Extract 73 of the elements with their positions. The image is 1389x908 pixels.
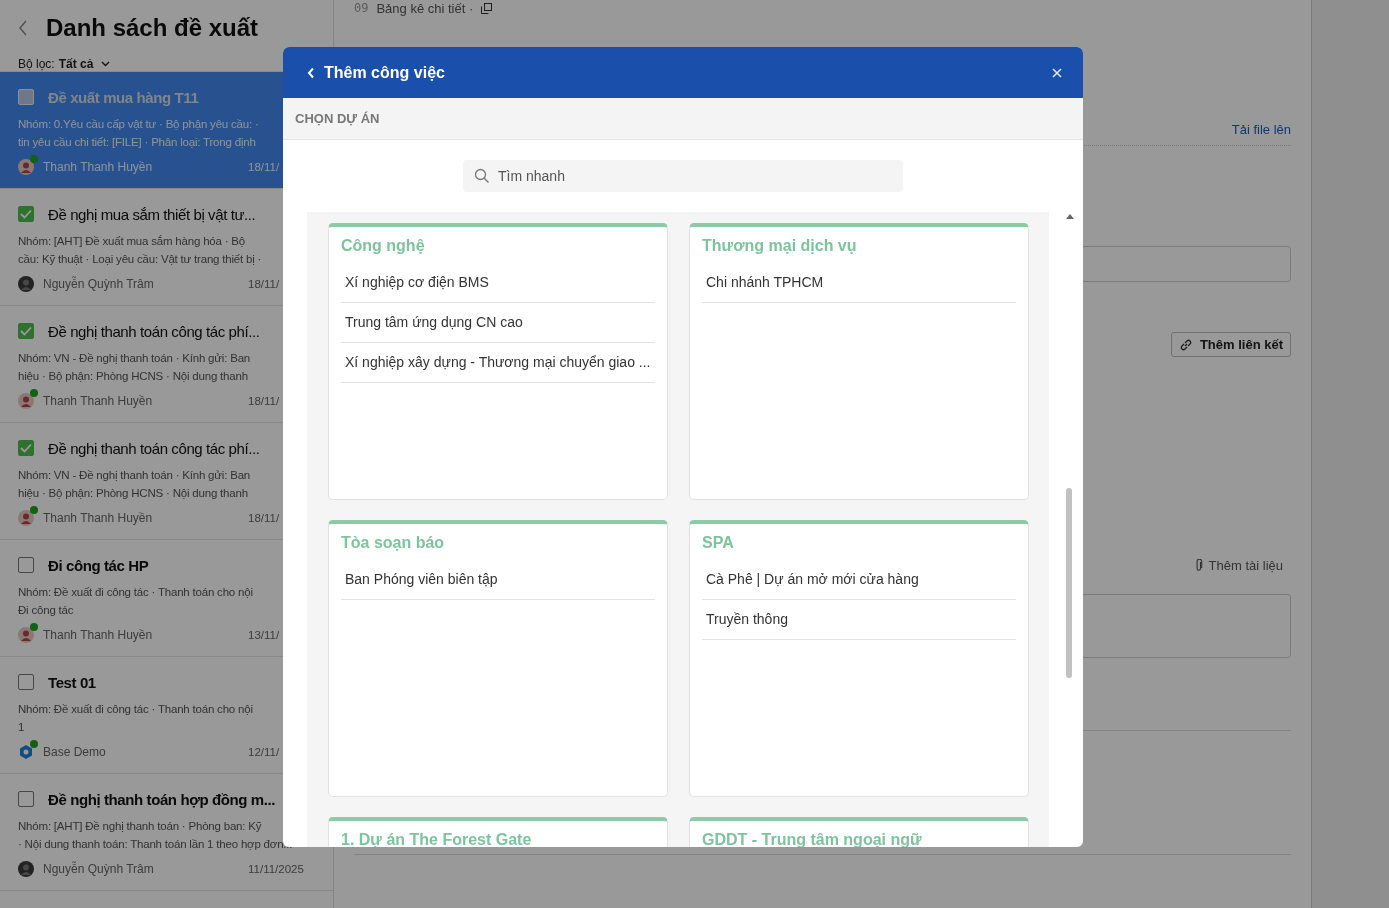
project-item[interactable]: Xí nghiệp xây dựng - Thương mại chuyển giao ...: [341, 343, 655, 383]
proposal-title: Đề nghị thanh toán hợp đồng m...: [48, 790, 275, 808]
proposal-title: Đề nghị thanh toán công tác phí...: [48, 322, 260, 340]
proposal-summary: cầu: Kỹ thuật · Loại yêu cầu: Vật tư trang thiết bị ·: [18, 252, 262, 267]
row-label: Bảng kê chi tiết ·: [376, 0, 474, 16]
author-name: Thanh Thanh Huyền: [43, 394, 154, 408]
date-text: 12/11/: [248, 746, 280, 758]
proposal-title: Đề nghị thanh toán công tác phí...: [48, 439, 260, 457]
date-text: 18/11/: [248, 512, 280, 524]
add-link-button[interactable]: Thêm liên kết: [1170, 332, 1291, 357]
project-item[interactable]: Cà Phê | Dự án mở mới cửa hàng: [702, 560, 1016, 600]
group-title: Thương mại dịch vụ: [702, 237, 858, 255]
proposal-summary: hiệu · Bộ phận: Phòng HCNS · Nội dung thanh: [18, 486, 248, 501]
proposal-title: Đề xuất mua hàng T11: [48, 88, 199, 106]
filter-dropdown[interactable]: Tất cả: [58, 56, 111, 71]
proposal-summary: Nhóm: [AHT] Đề nghị thanh toán · Phòng ban: Kỹ: [18, 819, 262, 834]
group-title: Công nghệ: [341, 237, 426, 255]
proposal-summary: Nhóm: [AHT] Đề xuất mua sắm hàng hóa · Bộ: [18, 234, 246, 249]
proposal-summary: Nhóm: VN - Đề nghị thanh toán · Kính gửi: Ban: [18, 351, 251, 366]
author-name: Base Demo: [43, 745, 107, 759]
group-title: Tòa soạn báo: [341, 534, 446, 552]
date-text: 11/11/2025: [248, 863, 304, 875]
date-text: 18/11/: [248, 161, 280, 173]
add-document-button[interactable]: Thêm tài liệu: [1188, 557, 1291, 574]
author-name: Nguyễn Quỳnh Trâm: [43, 862, 155, 876]
checkbox[interactable]: [18, 323, 34, 339]
filter-label: Bộ lọc:: [18, 56, 55, 71]
proposal-summary: hiệu · Bộ phận: Phòng HCNS · Nội dung thanh: [18, 369, 248, 384]
proposal-summary: 1: [18, 720, 25, 735]
author-name: Thanh Thanh Huyền: [43, 511, 154, 525]
author-name: Thanh Thanh Huyền: [43, 160, 154, 174]
proposal-summary: Nhóm: 0.Yêu cầu cấp vật tư · Bộ phận yêu cầu: ·: [18, 117, 259, 132]
project-item[interactable]: Trung tâm ứng dụng CN cao: [341, 303, 655, 343]
proposal-summary: Nhóm: Đề xuất đi công tác · Thanh toán cho nội: [18, 585, 253, 600]
avatar-icon: [18, 276, 34, 292]
search-field[interactable]: Tìm nhanh: [463, 160, 903, 192]
author-name: Nguyễn Quỳnh Trâm: [43, 277, 155, 291]
proposal-title: Test 01: [48, 673, 96, 691]
group-title: 1. Dự án The Forest Gate: [341, 831, 533, 847]
checkbox[interactable]: [18, 206, 34, 222]
upload-link[interactable]: Tải file lên: [1231, 122, 1291, 137]
chevron-down-icon: [101, 60, 111, 67]
paperclip-icon: [1194, 559, 1203, 572]
group-title: SPA: [702, 534, 735, 552]
date-text: 18/11/: [248, 395, 280, 407]
checkbox[interactable]: [18, 557, 34, 573]
project-item[interactable]: Chi nhánh TPHCM: [702, 263, 1016, 303]
proposal-summary: Nhóm: VN - Đề nghị thanh toán · Kính gửi: Ban: [18, 468, 251, 483]
row-number: 09: [354, 1, 369, 15]
proposal-title: Đi công tác HP: [48, 556, 149, 574]
copy-icon[interactable]: [481, 2, 493, 14]
checkbox[interactable]: [18, 791, 34, 807]
proposal-summary: tin yêu cầu chi tiết: [FILE] · Phân loại: Trong định: [18, 135, 256, 150]
checkbox[interactable]: [18, 674, 34, 690]
project-item[interactable]: Xí nghiệp cơ điện BMS: [341, 263, 655, 303]
back-icon: [307, 66, 315, 79]
avatar-icon: [18, 861, 34, 877]
search-icon: [474, 168, 490, 184]
project-item[interactable]: Ban Phóng viên biên tập: [341, 560, 655, 600]
author-name: Thanh Thanh Huyền: [43, 628, 154, 642]
date-text: 18/11/: [248, 278, 280, 290]
checkbox[interactable]: [18, 440, 34, 456]
page-title: Danh sách đề xuất: [46, 14, 259, 42]
back-icon[interactable]: [18, 20, 28, 36]
link-icon: [1178, 337, 1193, 352]
proposal-summary: Nhóm: Đề xuất đi công tác · Thanh toán cho nội: [18, 702, 253, 717]
scrollbar-thumb[interactable]: [1066, 488, 1072, 678]
close-icon[interactable]: [1052, 67, 1062, 78]
project-item[interactable]: Truyền thông: [702, 600, 1016, 640]
proposal-summary: Đi công tác: [18, 603, 74, 618]
date-text: 13/11/: [248, 629, 280, 641]
proposal-summary: · Nội dung thanh toán: Thanh toán lần 1 theo hợp đơn...: [18, 837, 293, 852]
proposal-title: Đề nghị mua sắm thiết bị vật tư...: [48, 205, 256, 223]
